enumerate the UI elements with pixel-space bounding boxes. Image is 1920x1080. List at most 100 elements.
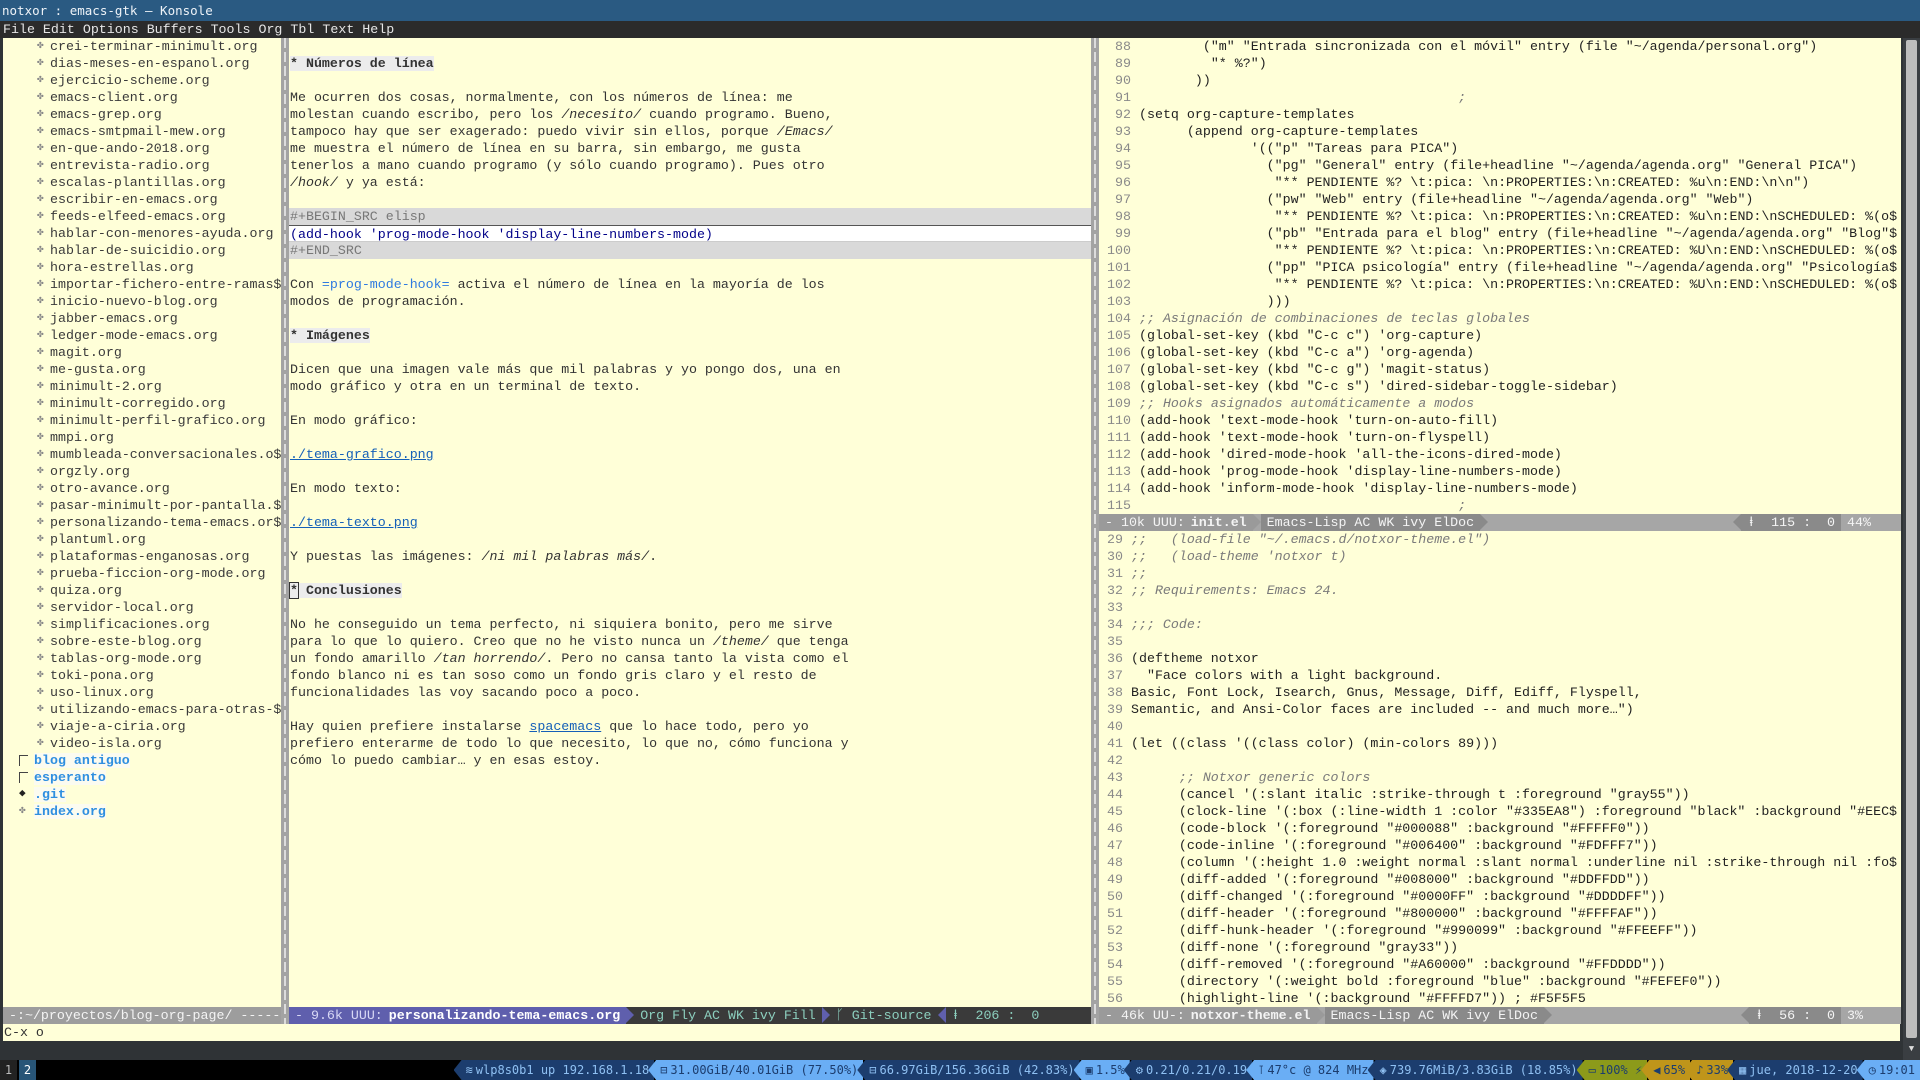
sidebar-file[interactable]: ✤ ledger-mode-emacs.org xyxy=(3,327,281,344)
modeline-modes[interactable]: Org Fly AC WK ivy Fill xyxy=(634,1007,822,1024)
workspace-button[interactable]: 2 xyxy=(19,1060,36,1080)
sidebar-file[interactable]: ✤ otro-avance.org xyxy=(3,480,281,497)
sidebar-file[interactable]: ✤ minimult-perfil-grafico.org xyxy=(3,412,281,429)
sidebar-file[interactable]: ✤ emacs-smtpmail-mew.org xyxy=(3,123,281,140)
modeline-vcs-label: Git-source xyxy=(851,1008,932,1023)
sidebar-file[interactable]: ✤ plantuml.org xyxy=(3,531,281,548)
line-number: 39 xyxy=(1107,702,1123,717)
sidebar-file[interactable]: ✤ mmpi.org xyxy=(3,429,281,446)
modeline-modes[interactable]: Emacs-Lisp AC WK ivy ElDoc xyxy=(1260,514,1481,531)
code-text: (let ((class '((class color) (min-colors… xyxy=(1131,736,1499,751)
sidebar-file[interactable]: ✤ feeds-elfeed-emacs.org xyxy=(3,208,281,225)
modeline-filename[interactable]: init.el xyxy=(1190,514,1253,531)
modeline-filename[interactable]: personalizando-tema-emacs.org xyxy=(388,1007,627,1024)
sidebar-file[interactable]: ✤ minimult-corregido.org xyxy=(3,395,281,412)
sidebar-file[interactable]: ✤ me-gusta.org xyxy=(3,361,281,378)
org-file-icon: ✤ xyxy=(37,74,44,86)
sidebar-file[interactable]: ✤ video-isla.org xyxy=(3,735,281,752)
init-el-buffer[interactable]: 88 ("m" "Entrada sincronizada con el móv… xyxy=(1099,38,1901,514)
sidebar-file[interactable]: ✤ dias-meses-en-espanol.org xyxy=(3,55,281,72)
window-divider[interactable] xyxy=(1091,38,1099,1024)
menu-help[interactable]: Help xyxy=(362,21,394,38)
sidebar-file[interactable]: ✤ personalizando-tema-emacs.or$ xyxy=(3,514,281,531)
notxor-theme-buffer[interactable]: 29 ;; (load-file "~/.emacs.d/notxor-theme… xyxy=(1099,531,1901,1007)
sidebar-file[interactable]: ✤ inicio-nuevo-blog.org xyxy=(3,293,281,310)
status-block: ▦ jue, 2018-12-20 xyxy=(1727,1060,1863,1080)
terminal-scrollbar[interactable]: ▼ xyxy=(1903,38,1920,1060)
text-line: En modo texto: xyxy=(289,480,1091,497)
sidebar-file[interactable]: ✤ mumbleada-conversacionales.o$ xyxy=(3,446,281,463)
link[interactable]: ./tema-grafico.png xyxy=(290,447,434,462)
sidebar-file[interactable]: ✤ index.org xyxy=(3,803,281,820)
sidebar-file[interactable]: ✤ escribir-en-emacs.org xyxy=(3,191,281,208)
status-block: ◷ 19:01 xyxy=(1856,1060,1920,1080)
code-line: 45 (clock-line '(:box (:line-width 1 :co… xyxy=(1099,803,1901,820)
sidebar-file[interactable]: ✤ orgzly.org xyxy=(3,463,281,480)
sidebar-file[interactable]: ✤ ejercicio-scheme.org xyxy=(3,72,281,89)
window-divider[interactable] xyxy=(281,38,289,1024)
menu-org[interactable]: Org xyxy=(258,21,282,38)
line-number: 48 xyxy=(1107,855,1123,870)
git-branch-icon: ᚴ xyxy=(835,1008,852,1023)
scrollbar-thumb[interactable] xyxy=(1906,40,1917,1038)
text-line xyxy=(289,599,1091,616)
sidebar-file[interactable]: ✤ entrevista-radio.org xyxy=(3,157,281,174)
dired-sidebar[interactable]: ✤ crei-terminar-minimult.org ✤ dias-meses-e… xyxy=(3,38,281,1007)
sidebar-file[interactable]: ✤ quiza.org xyxy=(3,582,281,599)
sidebar-file[interactable]: ✤ escalas-plantillas.org xyxy=(3,174,281,191)
status-block: ◀ 65% xyxy=(1641,1060,1691,1080)
menu-edit[interactable]: Edit xyxy=(43,21,75,38)
link[interactable]: spacemacs xyxy=(529,719,601,734)
calendar-icon: ▦ xyxy=(1739,1063,1747,1077)
menu-file[interactable]: File xyxy=(3,21,35,38)
sidebar-file[interactable]: ✤ hora-estrellas.org xyxy=(3,259,281,276)
sidebar-file[interactable]: ✤ servidor-local.org xyxy=(3,599,281,616)
sidebar-file[interactable]: ✤ emacs-client.org xyxy=(3,89,281,106)
menu-options[interactable]: Options xyxy=(83,21,139,38)
modeline-vcs[interactable]: ᚴ Git-source xyxy=(830,1007,938,1024)
sidebar-file[interactable]: ✤ tablas-org-mode.org xyxy=(3,650,281,667)
sidebar-file[interactable]: ✤ toki-pona.org xyxy=(3,667,281,684)
org-buffer[interactable]: * Números de línea Me ocurren dos cosas, … xyxy=(289,38,1091,1007)
code-line: 102 "** PENDIENTE %? \t:pica: \n:PROPERT… xyxy=(1099,276,1901,293)
sidebar-file[interactable]: ✤ viaje-a-ciria.org xyxy=(3,718,281,735)
status-block: ≋ wlp8s0b1 up 192.168.1.18 xyxy=(453,1060,655,1080)
sidebar-file[interactable]: ✤ plataformas-enganosas.org xyxy=(3,548,281,565)
sidebar-file[interactable]: ✤ utilizando-emacs-para-otras-$ xyxy=(3,701,281,718)
init-el-modeline: - 10k UUU: init.el Emacs-Lisp AC WK ivy … xyxy=(1099,514,1901,531)
menu-text[interactable]: Text xyxy=(322,21,354,38)
sidebar-file[interactable]: ✤ simplificaciones.org xyxy=(3,616,281,633)
sidebar-file[interactable]: ✤ pasar-minimult-por-pantalla.$ xyxy=(3,497,281,514)
sidebar-file[interactable]: ✤ prueba-ficcion-org-mode.org xyxy=(3,565,281,582)
menu-tools[interactable]: Tools xyxy=(211,21,251,38)
code-line: 115 ; xyxy=(1099,497,1901,514)
minibuffer[interactable]: C-x o xyxy=(3,1024,1900,1041)
menu-tbl[interactable]: Tbl xyxy=(290,21,314,38)
sidebar-file[interactable]: ✤ sobre-este-blog.org xyxy=(3,633,281,650)
sidebar-file[interactable]: ◆ .git xyxy=(3,786,281,803)
file-name: en-que-ando-2018.org xyxy=(50,141,210,156)
sidebar-folder[interactable]: esperanto xyxy=(3,769,281,786)
modeline-filename[interactable]: notxor-theme.el xyxy=(1190,1007,1317,1024)
org-file-icon: ✤ xyxy=(37,193,44,205)
sidebar-folder[interactable]: blog antiguo xyxy=(3,752,281,769)
sidebar-file[interactable]: ✤ en-que-ando-2018.org xyxy=(3,140,281,157)
sidebar-file[interactable]: ✤ hablar-de-suicidio.org xyxy=(3,242,281,259)
code-text: "Face colors with a light background. xyxy=(1131,668,1443,683)
sidebar-file[interactable]: ✤ hablar-con-menores-ayuda.org xyxy=(3,225,281,242)
link[interactable]: ./tema-texto.png xyxy=(290,515,418,530)
sidebar-file[interactable]: ✤ jabber-emacs.org xyxy=(3,310,281,327)
sidebar-file[interactable]: ✤ uso-linux.org xyxy=(3,684,281,701)
workspace-button[interactable]: 1 xyxy=(0,1060,17,1080)
sidebar-file[interactable]: ✤ crei-terminar-minimult.org xyxy=(3,38,281,55)
sidebar-file[interactable]: ✤ magit.org xyxy=(3,344,281,361)
sidebar-file[interactable]: ✤ minimult-2.org xyxy=(3,378,281,395)
code-line: 100 "** PENDIENTE %? \t:pica: \n:PROPERT… xyxy=(1099,242,1901,259)
sidebar-file[interactable]: ✤ emacs-grep.org xyxy=(3,106,281,123)
folder-icon xyxy=(19,769,28,786)
scroll-down-arrow-icon[interactable]: ▼ xyxy=(1906,1044,1917,1058)
org-file-icon: ✤ xyxy=(37,431,44,443)
menu-buffers[interactable]: Buffers xyxy=(147,21,203,38)
sidebar-file[interactable]: ✤ importar-fichero-entre-ramas$ xyxy=(3,276,281,293)
modeline-modes[interactable]: Emacs-Lisp AC WK ivy ElDoc xyxy=(1324,1007,1544,1024)
